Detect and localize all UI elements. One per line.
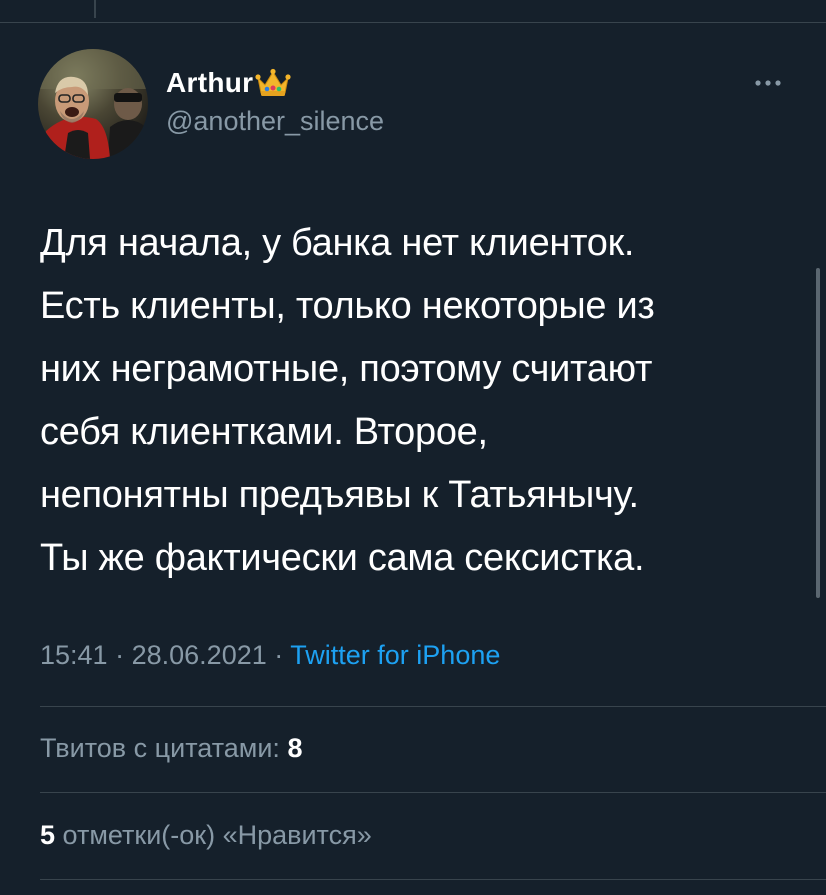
tweet-text-line: Для начала, у банка нет клиенток.: [40, 222, 635, 264]
tweet-text-line: них неграмотные, поэтому считают: [40, 348, 653, 390]
tweet-text-line: Ты же фактически сама сексистка.: [40, 537, 645, 579]
tweet-detail-view: Arthur @another_silence Для начала, у ба…: [0, 0, 826, 895]
tweet-meta: 15:41 · 28.06.2021 · Twitter for iPhone: [40, 640, 500, 671]
crown-icon: [255, 68, 291, 98]
quote-tweets-stat[interactable]: Твитов с цитатами: 8: [40, 733, 302, 764]
top-divider: [0, 22, 826, 23]
meta-separator: ·: [274, 640, 284, 670]
tweet-text-line: непонятны предъявы к Татьянычу.: [40, 474, 639, 516]
display-name-row[interactable]: Arthur: [166, 66, 291, 100]
likes-stat[interactable]: 5 отметки(-ок) «Нравится»: [40, 820, 372, 851]
tweet-text-line: себя клиентками. Второе,: [40, 411, 488, 453]
divider: [40, 792, 826, 793]
quote-tweets-label: Твитов с цитатами:: [40, 733, 280, 763]
tweet-time[interactable]: 15:41: [40, 640, 108, 670]
divider: [40, 879, 826, 880]
thread-connector-line: [94, 0, 96, 18]
tweet-text-line: Есть клиенты, только некоторые из: [40, 285, 655, 327]
avatar-image: [38, 49, 148, 159]
meta-separator: ·: [115, 640, 125, 670]
likes-count: 5: [40, 820, 56, 850]
more-dots-icon: [755, 80, 781, 86]
divider: [40, 706, 826, 707]
display-name[interactable]: Arthur: [166, 67, 253, 99]
tweet-source-link[interactable]: Twitter for iPhone: [290, 640, 500, 670]
tweet-date[interactable]: 28.06.2021: [132, 640, 267, 670]
user-handle[interactable]: @another_silence: [166, 106, 384, 137]
likes-label: отметки(-ок) «Нравится»: [62, 820, 372, 850]
tweet-text: Для начала, у банка нет клиенток. Есть к…: [40, 212, 780, 590]
quote-tweets-count: 8: [287, 733, 303, 763]
avatar[interactable]: [38, 49, 148, 159]
scrollbar[interactable]: [816, 268, 820, 598]
more-options-button[interactable]: [750, 70, 786, 96]
